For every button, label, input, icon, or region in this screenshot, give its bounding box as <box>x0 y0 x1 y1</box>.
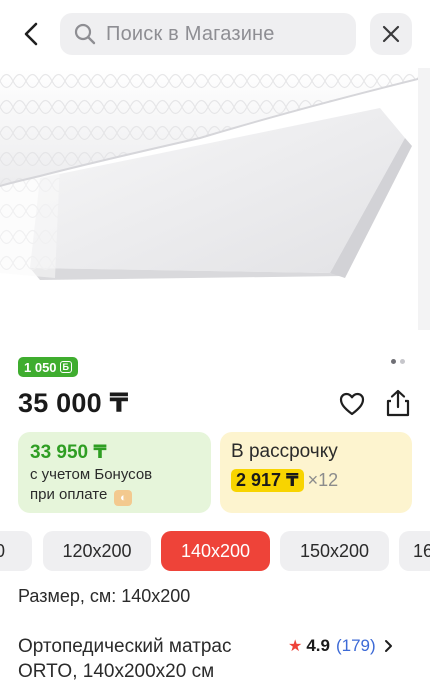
bonus-coin-icon: ◐ <box>114 490 133 506</box>
rating-score: 4.9 <box>306 636 330 655</box>
back-button[interactable] <box>14 16 50 52</box>
rating-count: (179) <box>335 636 376 655</box>
bonus-price-amount: 33 950 ₸ <box>30 442 107 463</box>
bonus-price-line2-row: при оплате ◐ <box>30 485 199 506</box>
size-option[interactable]: 00 <box>0 531 32 571</box>
product-title-line2: ORTO, 140x200x20 см <box>18 661 215 682</box>
size-option[interactable]: 120x200 <box>43 531 151 571</box>
bonus-price-line1: с учетом Бонусов <box>30 466 153 483</box>
top-bar: Поиск в Магазине <box>0 0 430 68</box>
bonus-badge: 1 050 Б <box>18 357 79 377</box>
bonus-price-card[interactable]: 33 950 ₸ с учетом Бонусов при оплате ◐ <box>18 432 211 513</box>
bonus-price-line2: при оплате <box>30 486 108 503</box>
size-option[interactable]: 16 <box>399 531 430 571</box>
search-input[interactable]: Поиск в Магазине <box>60 13 356 55</box>
search-placeholder: Поиск в Магазине <box>106 22 275 45</box>
star-icon: ★ <box>288 638 303 655</box>
search-icon <box>74 23 96 45</box>
size-option[interactable]: 150x200 <box>280 531 389 571</box>
close-button[interactable] <box>370 13 412 55</box>
favorite-button[interactable] <box>338 390 366 418</box>
chevron-left-icon <box>24 22 38 46</box>
product-title-line1: Ортопедический матрас <box>18 636 232 657</box>
gallery-pagination <box>391 359 405 364</box>
installment-multiplier: ×12 <box>307 470 339 490</box>
product-image <box>0 68 430 330</box>
chevron-right-icon <box>384 640 392 652</box>
share-icon <box>386 389 410 417</box>
bonus-icon: Б <box>59 361 73 373</box>
installment-card[interactable]: В рассрочку 2 917 ₸ ×12 <box>220 432 412 513</box>
size-selector: 00 120x200 140x200 150x200 16 <box>0 531 430 571</box>
size-option-selected[interactable]: 140x200 <box>161 531 270 571</box>
product-image-gallery[interactable] <box>0 68 430 330</box>
installment-title: В рассрочку <box>231 441 338 462</box>
product-price: 35 000 ₸ <box>18 388 129 418</box>
pagination-dot-active <box>391 359 396 364</box>
share-button[interactable] <box>384 388 412 418</box>
bonus-badge-value: 1 050 <box>24 359 57 375</box>
rating-link[interactable]: ★ 4.9 (179) <box>288 636 393 656</box>
heart-icon <box>339 392 365 416</box>
installment-monthly: 2 917 ₸ <box>231 469 304 492</box>
close-icon <box>382 25 400 43</box>
size-label: Размер, см: 140x200 <box>18 586 191 606</box>
pagination-dot <box>400 359 405 364</box>
product-title: Ортопедический матрас ORTO, 140x200x20 с… <box>18 634 288 684</box>
